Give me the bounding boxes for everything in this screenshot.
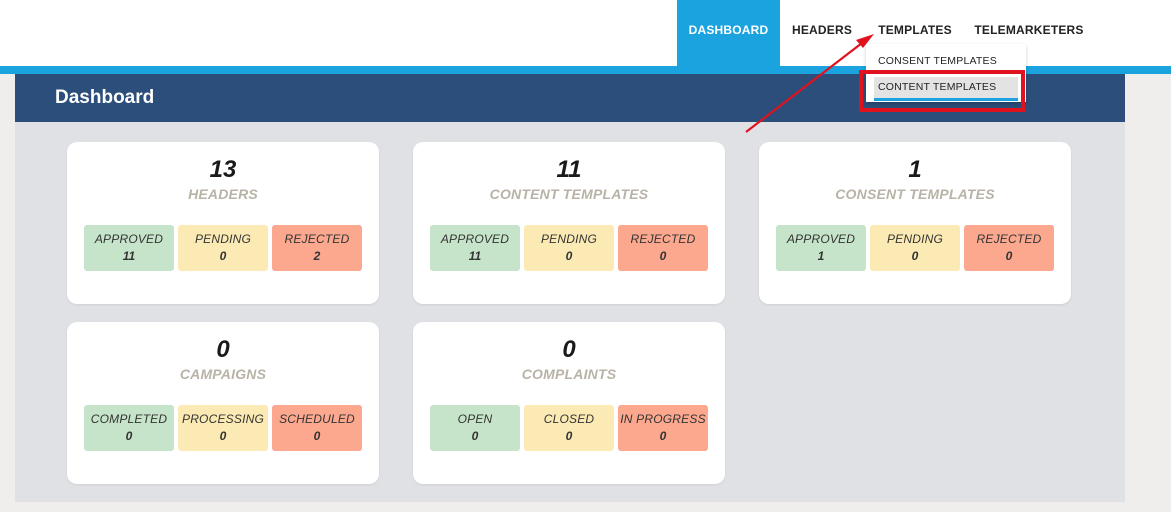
stat-label: APPROVED <box>94 232 164 246</box>
nav-headers[interactable]: HEADERS <box>786 0 858 66</box>
stat-label: SCHEDULED <box>279 412 355 426</box>
annotation-highlight-box <box>859 70 1025 112</box>
stat-label: REJECTED <box>630 232 696 246</box>
stat-label: PENDING <box>886 232 944 246</box>
stat-value: 0 <box>565 429 573 443</box>
card-count: 11 <box>556 156 582 183</box>
stat-value: 0 <box>313 429 321 443</box>
card-label: HEADERS <box>188 186 258 202</box>
stat-label: IN PROGRESS <box>620 412 706 426</box>
stat-value: 0 <box>565 249 573 263</box>
stat-value: 0 <box>471 429 479 443</box>
stat-rejected[interactable]: REJECTED 0 <box>618 225 708 271</box>
card-count: 0 <box>562 336 576 363</box>
card-content-templates: 11 CONTENT TEMPLATES APPROVED 11 PENDING… <box>413 142 725 304</box>
stat-approved[interactable]: APPROVED 1 <box>776 225 866 271</box>
card-label: CONSENT TEMPLATES <box>835 186 995 202</box>
page-title: Dashboard <box>55 87 155 108</box>
card-consent-templates: 1 CONSENT TEMPLATES APPROVED 1 PENDING 0… <box>759 142 1071 304</box>
stat-value: 11 <box>122 249 136 263</box>
stat-value: 0 <box>659 249 667 263</box>
stat-value: 0 <box>911 249 919 263</box>
card-count: 13 <box>209 156 237 183</box>
stat-rejected[interactable]: REJECTED 2 <box>272 225 362 271</box>
stat-completed[interactable]: COMPLETED 0 <box>84 405 174 451</box>
stat-open[interactable]: OPEN 0 <box>430 405 520 451</box>
stat-label: COMPLETED <box>90 412 168 426</box>
stat-value: 1 <box>817 249 825 263</box>
stat-value: 0 <box>219 249 227 263</box>
card-count: 1 <box>908 156 922 183</box>
stat-label: REJECTED <box>976 232 1042 246</box>
stat-label: PENDING <box>194 232 252 246</box>
card-label: COMPLAINTS <box>521 366 617 382</box>
stat-value: 2 <box>313 249 321 263</box>
stat-rejected[interactable]: REJECTED 0 <box>964 225 1054 271</box>
card-label: CAMPAIGNS <box>179 366 267 382</box>
stat-label: CLOSED <box>543 412 595 426</box>
stat-processing[interactable]: PROCESSING 0 <box>178 405 268 451</box>
stat-in-progress[interactable]: IN PROGRESS 0 <box>618 405 708 451</box>
menu-item-consent-templates[interactable]: CONSENT TEMPLATES <box>866 55 1026 67</box>
stat-approved[interactable]: APPROVED 11 <box>430 225 520 271</box>
stat-value: 0 <box>659 429 667 443</box>
card-label: CONTENT TEMPLATES <box>489 186 649 202</box>
stat-scheduled[interactable]: SCHEDULED 0 <box>272 405 362 451</box>
stat-label: OPEN <box>457 412 493 426</box>
card-campaigns: 0 CAMPAIGNS COMPLETED 0 PROCESSING 0 SCH… <box>67 322 379 484</box>
stat-value: 0 <box>125 429 133 443</box>
stat-label: REJECTED <box>284 232 350 246</box>
stat-label: PENDING <box>540 232 598 246</box>
stat-pending[interactable]: PENDING 0 <box>524 225 614 271</box>
stat-closed[interactable]: CLOSED 0 <box>524 405 614 451</box>
stat-label: PROCESSING <box>181 412 264 426</box>
card-headers: 13 HEADERS APPROVED 11 PENDING 0 REJECTE… <box>67 142 379 304</box>
card-count: 0 <box>216 336 230 363</box>
card-complaints: 0 COMPLAINTS OPEN 0 CLOSED 0 IN PROGRESS… <box>413 322 725 484</box>
stat-value: 11 <box>468 249 482 263</box>
stat-label: APPROVED <box>440 232 510 246</box>
stat-approved[interactable]: APPROVED 11 <box>84 225 174 271</box>
stat-pending[interactable]: PENDING 0 <box>870 225 960 271</box>
nav-dashboard[interactable]: DASHBOARD <box>677 0 780 74</box>
stat-label: APPROVED <box>786 232 856 246</box>
stat-pending[interactable]: PENDING 0 <box>178 225 268 271</box>
stat-value: 0 <box>219 429 227 443</box>
dashboard-panel: Dashboard 13 HEADERS APPROVED 11 PENDING… <box>15 74 1125 502</box>
stat-value: 0 <box>1005 249 1013 263</box>
